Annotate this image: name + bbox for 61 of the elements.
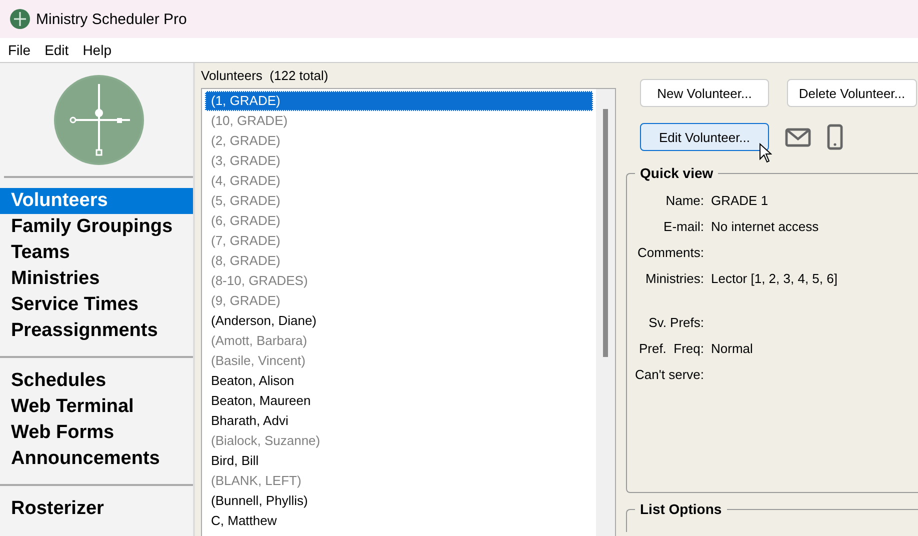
- sidebar-item[interactable]: Schedules: [0, 368, 193, 394]
- volunteer-item[interactable]: (5, GRADE): [205, 191, 593, 211]
- menu-item[interactable]: File: [8, 42, 31, 58]
- scrollbar[interactable]: [596, 89, 615, 536]
- sidebar-item[interactable]: Volunteers: [0, 188, 193, 214]
- volunteer-item[interactable]: (Anderson, Diane): [205, 311, 593, 331]
- envelope-icon[interactable]: [785, 128, 811, 146]
- edit-volunteer-button[interactable]: Edit Volunteer...: [640, 123, 769, 151]
- volunteer-item[interactable]: (8, GRADE): [205, 251, 593, 271]
- window-title: Ministry Scheduler Pro: [36, 10, 187, 28]
- field-label: Sv. Prefs:: [648, 314, 704, 330]
- volunteer-item[interactable]: (2, GRADE): [205, 131, 593, 151]
- volunteer-item[interactable]: Beaton, Alison: [205, 371, 593, 391]
- volunteer-button[interactable]: New Volunteer...: [640, 79, 769, 107]
- volunteer-item[interactable]: C, Matthew: [205, 511, 593, 531]
- menu-item[interactable]: Edit: [44, 42, 69, 58]
- phone-icon[interactable]: [827, 124, 843, 150]
- volunteer-button[interactable]: Delete Volunteer...: [787, 79, 917, 107]
- volunteer-item[interactable]: Beaton, Maureen: [205, 391, 593, 411]
- quick-view-title: Quick view: [639, 165, 714, 181]
- sidebar-item[interactable]: Family Groupings: [0, 214, 193, 240]
- sidebar-item[interactable]: Ministries: [0, 266, 193, 292]
- sidebar-item[interactable]: Announcements: [0, 446, 193, 472]
- volunteer-item[interactable]: (4, GRADE): [205, 171, 593, 191]
- field-label: E-mail:: [662, 218, 704, 234]
- field-label: Pref. Freq:: [638, 340, 704, 356]
- scrollbar-thumb[interactable]: [603, 109, 608, 357]
- list-heading: Volunteers (122 total): [201, 68, 330, 85]
- volunteer-item[interactable]: (Basile, Vincent): [205, 351, 593, 371]
- volunteer-item[interactable]: (10, GRADE): [205, 111, 593, 131]
- volunteer-item[interactable]: Bharath, Advi: [205, 411, 593, 431]
- field-label: Ministries:: [644, 270, 704, 286]
- volunteer-item[interactable]: (Bunnell, Phyllis): [205, 491, 593, 511]
- clock-logo-icon: [52, 74, 144, 166]
- list-options-title: List Options: [639, 501, 723, 517]
- field-label: Can't serve:: [634, 366, 704, 382]
- volunteer-item[interactable]: (Bialock, Suzanne): [205, 431, 593, 451]
- volunteer-item[interactable]: Bird, Bill: [205, 451, 593, 471]
- volunteer-item[interactable]: (6, GRADE): [205, 211, 593, 231]
- sidebar-item[interactable]: Service Times: [0, 292, 193, 318]
- menu-item[interactable]: Help: [82, 42, 112, 58]
- field-label: Comments:: [636, 244, 704, 260]
- mouse-pointer-icon: [759, 143, 772, 163]
- field-label: Name:: [664, 192, 704, 208]
- volunteer-item[interactable]: (9, GRADE): [205, 291, 593, 311]
- field-value: Normal: [711, 340, 753, 356]
- sidebar-item[interactable]: Web Forms: [0, 420, 193, 446]
- field-value: Lector [1, 2, 3, 4, 5, 6]: [711, 270, 838, 286]
- sidebar-item[interactable]: Rosterizer: [0, 496, 193, 522]
- sidebar-item[interactable]: Teams: [0, 240, 193, 266]
- volunteer-item[interactable]: (Amott, Barbara): [205, 331, 593, 351]
- app-logo-icon: [10, 9, 30, 29]
- volunteer-item[interactable]: (8-10, GRADES): [205, 271, 593, 291]
- volunteer-item[interactable]: (BLANK, LEFT): [205, 471, 593, 491]
- field-value: No internet access: [711, 218, 819, 234]
- volunteer-item[interactable]: (1, GRADE): [205, 91, 593, 111]
- field-value: GRADE 1: [711, 192, 768, 208]
- sidebar-item[interactable]: Preassignments: [0, 318, 193, 344]
- volunteer-item[interactable]: (3, GRADE): [205, 151, 593, 171]
- volunteer-item[interactable]: (7, GRADE): [205, 231, 593, 251]
- sidebar-item[interactable]: Web Terminal: [0, 394, 193, 420]
